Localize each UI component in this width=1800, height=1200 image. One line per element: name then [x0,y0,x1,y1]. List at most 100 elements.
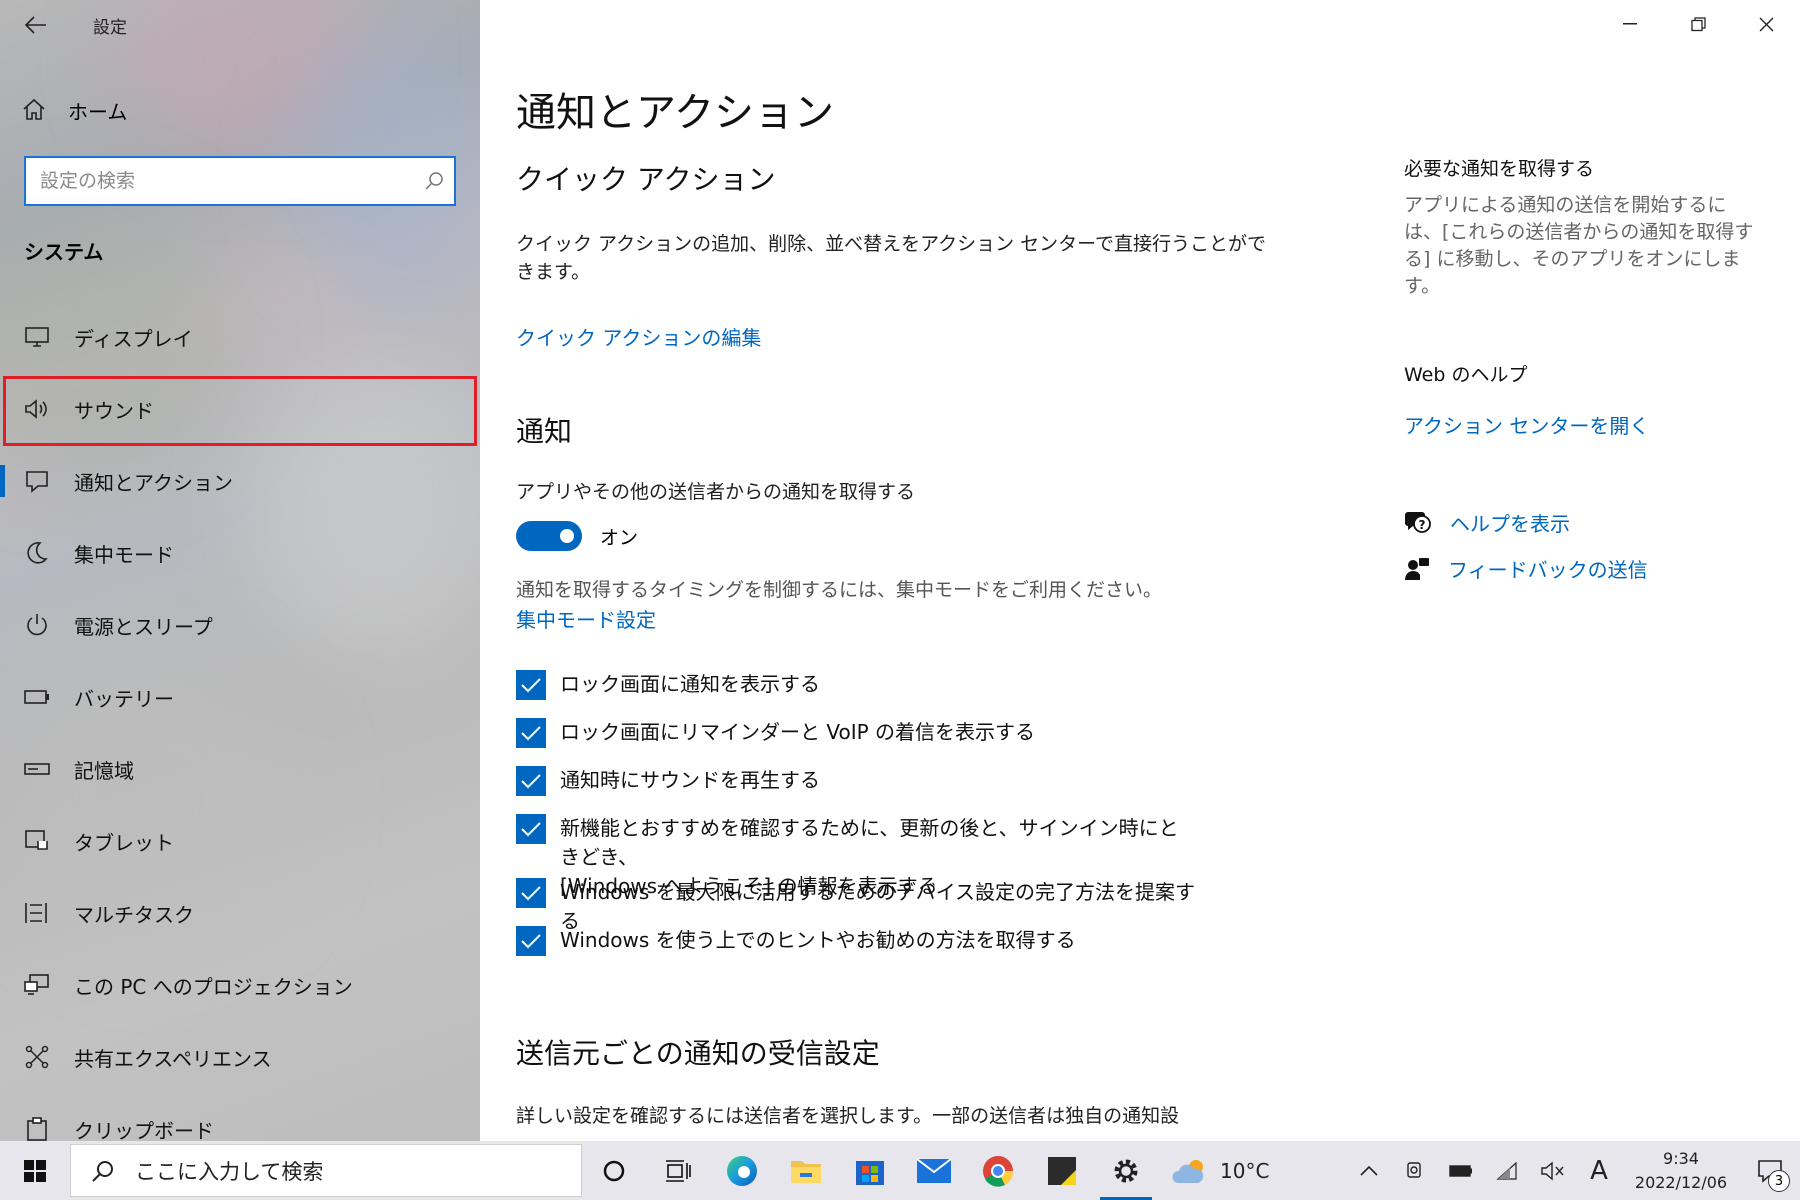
system-tray: A 9:34 2022/12/06 3 [1346,1141,1800,1200]
sidebar-home-label: ホーム [68,99,128,124]
checkbox[interactable] [516,718,546,748]
sidebar-item-multitask[interactable]: マルチタスク [0,877,480,949]
battery-icon [1449,1164,1472,1177]
restore-icon [1690,16,1706,31]
weather-widget[interactable]: 10°C [1172,1157,1269,1185]
get-help-label: ヘルプを表示 [1450,512,1570,536]
get-notifications-heading: 必要な通知を取得する [1404,158,1595,180]
taskbar: ここに入力して検索 10°C A 9:34 2022/12/06 3 [0,1141,1800,1200]
checkbox[interactable] [516,766,546,796]
sticky-notes-button[interactable] [1030,1141,1094,1200]
action-center-button[interactable]: 3 [1740,1141,1800,1200]
restore-button[interactable] [1664,0,1732,48]
open-action-center-link[interactable]: アクション センターを開く [1404,410,1649,439]
checkbox-lock-screen-notifications[interactable]: ロック画面に通知を表示する [516,670,1196,700]
store-button[interactable] [838,1141,902,1200]
notifications-toggle[interactable] [516,521,582,551]
ime-indicator[interactable]: A [1576,1141,1622,1200]
checkbox-tips[interactable]: Windows を使う上でのヒントやお勧めの方法を取得する [516,926,1196,956]
checkbox-lock-screen-reminders[interactable]: ロック画面にリマインダーと VoIP の着信を表示する [516,718,1196,748]
checkbox[interactable] [516,670,546,700]
task-view-button[interactable] [646,1141,710,1200]
close-button[interactable] [1732,0,1800,48]
checkbox-label: 通知時にサウンドを再生する [560,768,820,792]
search-icon [92,1160,113,1182]
sidebar-item-projection[interactable]: この PC へのプロジェクション [0,949,480,1021]
minimize-icon [1623,23,1637,25]
quick-actions-heading: クイック アクション [516,163,776,196]
sidebar-item-focus[interactable]: 集中モード [0,517,480,589]
clipboard-icon [24,1116,50,1141]
store-icon [856,1160,884,1185]
battery-status[interactable] [1438,1141,1484,1200]
sidebar-item-shared-experiences[interactable]: 共有エクスペリエンス [0,1021,480,1093]
tablet-icon [24,828,50,854]
checkmark-icon [521,934,541,949]
windows-logo-icon [24,1159,46,1182]
chrome-icon [983,1155,1014,1187]
get-notifications-description: アプリによる通知の送信を開始するには、[これらの送信者からの通知を取得する] に… [1404,194,1754,297]
moon-icon [24,540,50,566]
send-feedback-link[interactable]: フィードバックの送信 [1404,554,1648,583]
checkbox[interactable] [516,878,546,908]
checkbox[interactable] [516,814,546,844]
meet-now-button[interactable] [1392,1141,1438,1200]
settings-search-input[interactable] [40,170,424,192]
sidebar-item-label: ディスプレイ [74,326,193,351]
web-help-heading: Web のヘルプ [1404,364,1528,386]
sidebar-item-label: 共有エクスペリエンス [74,1046,272,1071]
sidebar-item-display[interactable]: ディスプレイ [0,301,480,373]
cortana-button[interactable] [582,1141,646,1200]
checkbox-notification-sound[interactable]: 通知時にサウンドを再生する [516,766,1196,796]
checkbox-label: ロック画面にリマインダーと VoIP の着信を表示する [560,720,1036,744]
settings-search-box[interactable] [24,156,456,206]
cortana-icon [603,1160,625,1181]
search-icon[interactable] [424,171,444,191]
storage-icon [24,756,50,782]
volume-button[interactable] [1530,1141,1576,1200]
get-notifications-label: アプリやその他の送信者からの通知を取得する [516,481,916,503]
sidebar-item-tablet[interactable]: タブレット [0,805,480,877]
app-title: 設定 [93,18,127,38]
sidebar-item-label: 記憶域 [74,758,134,783]
edge-button[interactable] [710,1141,774,1200]
chrome-button[interactable] [966,1141,1030,1200]
clock[interactable]: 9:34 2022/12/06 [1622,1147,1740,1195]
focus-description: 通知を取得するタイミングを制御するには、集中モードをご利用ください。 [516,579,1163,601]
task-view-icon [666,1159,691,1182]
sidebar-item-power[interactable]: 電源とスリープ [0,589,480,661]
show-hidden-icons-button[interactable] [1346,1141,1392,1200]
sidebar-item-notifications[interactable]: 通知とアクション [0,445,480,517]
mail-button[interactable] [902,1141,966,1200]
settings-taskbar-button[interactable] [1094,1141,1158,1200]
edge-icon [727,1155,757,1186]
page-title: 通知とアクション [516,90,834,136]
get-help-link[interactable]: ? ヘルプを表示 [1404,508,1570,537]
sidebar-item-label: 電源とスリープ [74,614,213,639]
wifi-icon [1496,1161,1517,1180]
file-explorer-button[interactable] [774,1141,838,1200]
per-sender-description: 詳しい設定を確認するには送信者を選択します。一部の送信者は独自の通知設 [516,1105,1180,1127]
folder-icon [791,1160,821,1183]
checkbox-label-line: 新機能とおすすめを確認するために、更新の後と、サインイン時にときどき、 [560,816,1179,869]
focus-settings-link[interactable]: 集中モード設定 [516,604,656,633]
back-button[interactable] [16,10,56,40]
checkmark-icon [521,886,541,901]
minimize-button[interactable] [1596,0,1664,48]
taskbar-search-box[interactable]: ここに入力して検索 [70,1144,582,1197]
sidebar-item-label: クリップボード [74,1118,214,1142]
checkbox[interactable] [516,926,546,956]
display-icon [24,324,50,350]
network-status[interactable] [1484,1141,1530,1200]
sidebar-item-clipboard[interactable]: クリップボード [0,1093,480,1141]
projection-icon [24,972,50,998]
sidebar-item-battery[interactable]: バッテリー [0,661,480,733]
sidebar-item-label: マルチタスク [74,902,194,927]
toggle-state-label: オン [600,527,639,549]
edit-quick-actions-link[interactable]: クイック アクションの編集 [516,322,761,351]
sidebar-item-storage[interactable]: 記憶域 [0,733,480,805]
start-button[interactable] [0,1141,70,1200]
sidebar-home[interactable]: ホーム [22,92,127,128]
arrow-left-icon [25,16,46,34]
mail-icon [916,1157,952,1183]
